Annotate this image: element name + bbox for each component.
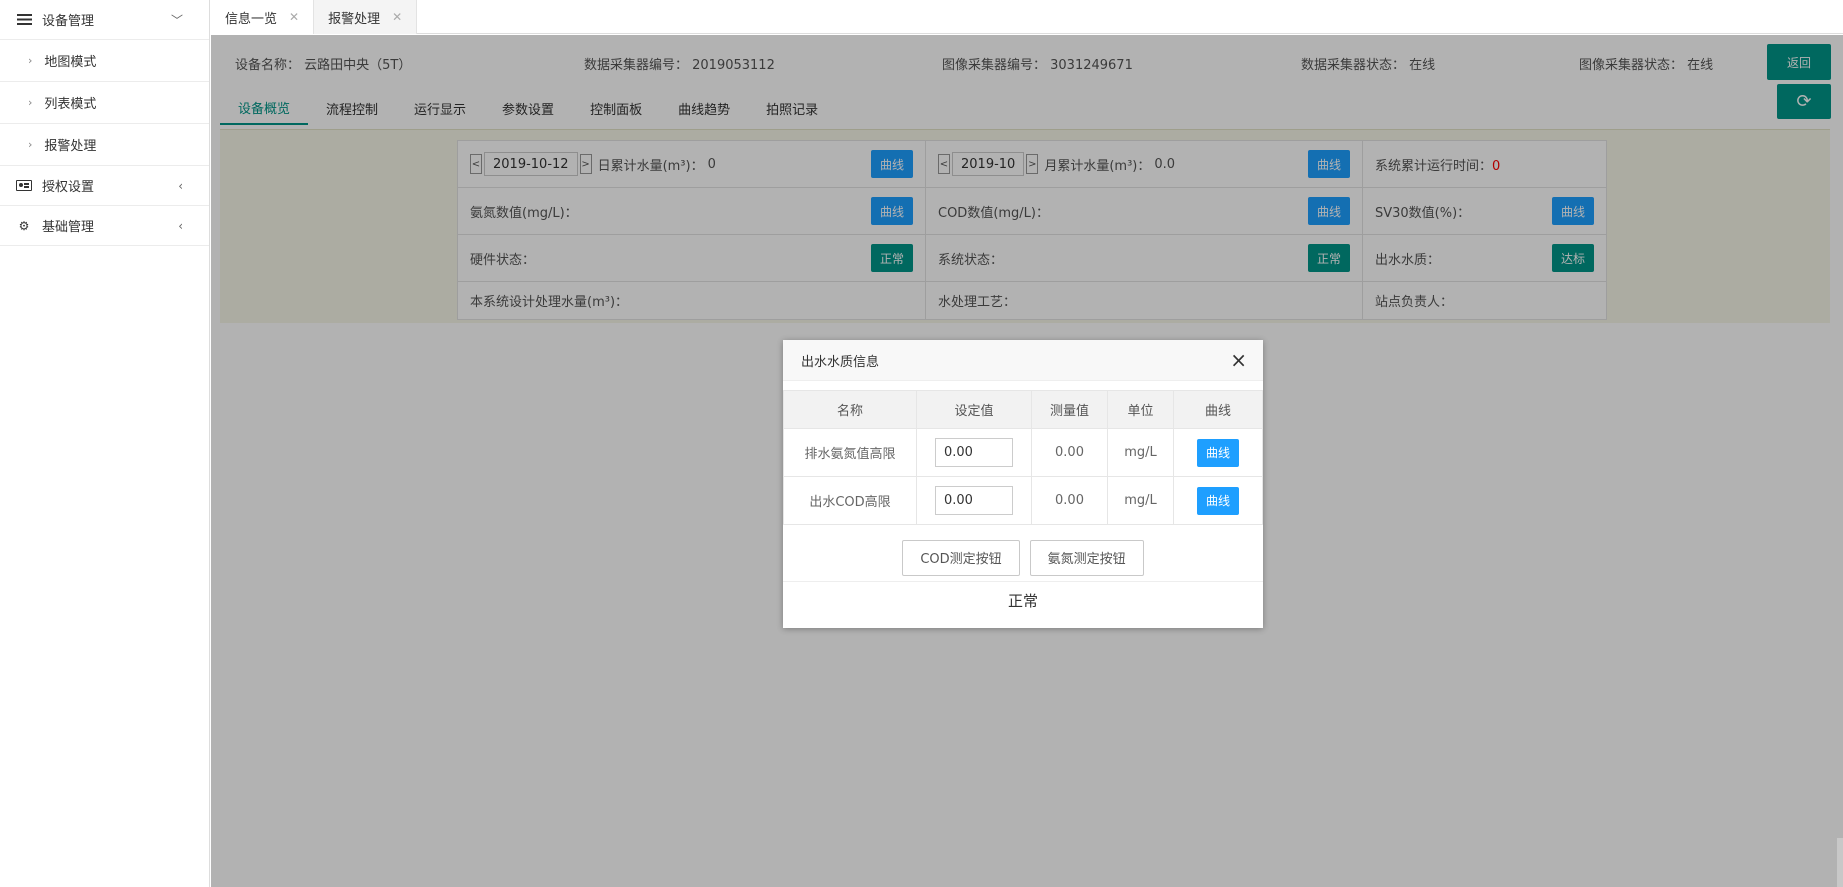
set-value-cell: 0.00 [916,428,1032,477]
scrollbar[interactable] [1837,838,1843,887]
chevron-right-icon: › [28,138,33,151]
effluent-quality-modal: 出水水质信息 × 名称 设定值 测量值 单位 曲线 排水氨氮值高限 0.00 0… [783,340,1263,628]
column-header: 曲线 [1173,390,1263,429]
sidebar-group-label: 授权设置 [42,180,95,195]
measured-value: 0.00 [1031,476,1108,525]
sidebar-item-map-mode[interactable]: › 地图模式 [0,40,209,82]
chevron-right-icon: › [28,54,33,67]
sidebar-group-basic-management[interactable]: ⚙ 基础管理 ‹ [0,206,209,246]
chevron-right-icon: › [28,96,33,109]
gear-icon: ⚙ [18,218,30,233]
menu-list-icon [16,13,32,27]
chevron-left-icon: ‹ [178,178,183,193]
measured-value: 0.00 [1031,428,1108,477]
sidebar-item-label: 列表模式 [44,97,97,112]
sidebar-group-device-management[interactable]: 设备管理 ﹀ [0,0,209,40]
sidebar-group-label: 基础管理 [42,220,95,235]
tab-bar: 信息一览 ✕ 报警处理 ✕ [211,0,1843,34]
ammonia-limit-curve-button[interactable]: 曲线 [1197,438,1239,467]
effluent-quality-table: 名称 设定值 测量值 单位 曲线 排水氨氮值高限 0.00 0.00 mg/L … [783,390,1263,525]
close-icon[interactable]: ✕ [289,10,299,24]
table-header-row: 名称 设定值 测量值 单位 曲线 [783,390,1263,429]
sidebar-item-label: 地图模式 [44,55,97,70]
cod-limit-curve-button[interactable]: 曲线 [1197,486,1239,515]
row-name: 出水COD高限 [783,476,917,525]
row-name: 排水氨氮值高限 [783,428,917,477]
sidebar-item-alarm-handling[interactable]: › 报警处理 [0,124,209,166]
modal-header: 出水水质信息 × [783,340,1263,381]
tab-info-overview[interactable]: 信息一览 ✕ [211,0,315,34]
measure-button-row: COD测定按钮 氨氮测定按钮 [783,534,1263,582]
cod-limit-input[interactable]: 0.00 [935,486,1013,515]
sidebar-item-label: 报警处理 [44,139,97,154]
ammonia-measure-button[interactable]: 氨氮测定按钮 [1029,539,1144,576]
close-icon[interactable]: × [1230,350,1247,370]
modal-title: 出水水质信息 [801,354,880,370]
unit: mg/L [1107,476,1174,525]
curve-cell: 曲线 [1173,476,1263,525]
column-header: 名称 [783,390,917,429]
unit: mg/L [1107,428,1174,477]
column-header: 单位 [1107,390,1174,429]
sidebar-item-list-mode[interactable]: › 列表模式 [0,82,209,124]
tab-label: 报警处理 [328,11,381,27]
chevron-down-icon: ﹀ [170,13,183,27]
ammonia-limit-input[interactable]: 0.00 [935,438,1013,467]
tab-alarm-handling[interactable]: 报警处理 ✕ [314,0,418,34]
table-row: 出水COD高限 0.00 0.00 mg/L 曲线 [783,476,1263,525]
table-row: 排水氨氮值高限 0.00 0.00 mg/L 曲线 [783,428,1263,477]
curve-cell: 曲线 [1173,428,1263,477]
column-header: 设定值 [916,390,1032,429]
effluent-status-text: 正常 [1007,592,1038,610]
set-value-cell: 0.00 [916,476,1032,525]
column-header: 测量值 [1031,390,1108,429]
close-icon[interactable]: ✕ [392,10,402,24]
tab-label: 信息一览 [225,11,278,27]
sidebar: 设备管理 ﹀ › 地图模式 › 列表模式 › 报警处理 授权设置 ‹ ⚙ 基础管… [0,0,210,887]
sidebar-group-authorization[interactable]: 授权设置 ‹ [0,166,209,206]
chevron-left-icon: ‹ [178,218,183,233]
id-card-icon [16,179,32,193]
cod-measure-button[interactable]: COD测定按钮 [902,539,1020,576]
sidebar-group-label: 设备管理 [42,14,95,29]
